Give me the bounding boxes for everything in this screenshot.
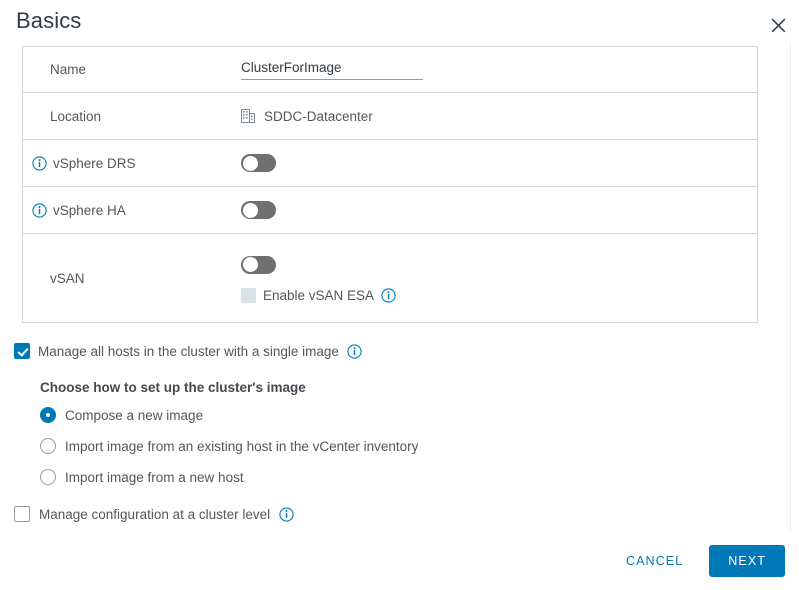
cluster-name-input[interactable]: [241, 59, 423, 80]
info-icon[interactable]: [381, 287, 396, 303]
scroll-area-divider: [790, 42, 791, 532]
row-label-vsan: vSAN: [50, 270, 85, 286]
row-label-text: vSphere HA: [53, 202, 126, 218]
info-icon[interactable]: [32, 155, 47, 171]
info-icon[interactable]: [279, 506, 294, 522]
next-button[interactable]: NEXT: [709, 545, 785, 577]
radio-label: Compose a new image: [65, 407, 204, 423]
row-value-name: [241, 59, 757, 80]
enable-vsan-esa-checkbox[interactable]: [241, 287, 256, 303]
image-setup-heading: Choose how to set up the cluster's image: [40, 380, 306, 395]
manage-cluster-config-row: Manage configuration at a cluster level: [14, 506, 774, 522]
enable-vsan-esa-label: Enable vSAN ESA: [263, 287, 375, 303]
radio-label: Import image from a new host: [65, 469, 244, 485]
cancel-button[interactable]: CANCEL: [614, 546, 695, 576]
info-icon[interactable]: [347, 343, 362, 359]
vsan-toggle[interactable]: [241, 255, 276, 274]
row-label-vsphere-ha: vSphere HA: [23, 203, 241, 218]
vsphere-ha-toggle[interactable]: [241, 201, 276, 219]
datacenter-icon: [241, 108, 256, 124]
radio-option-import-existing-host[interactable]: Import image from an existing host in th…: [40, 437, 774, 455]
close-button[interactable]: [761, 8, 795, 42]
manage-cluster-config-label: Manage configuration at a cluster level: [39, 506, 271, 522]
image-setup-radio-group: Compose a new image Import image from an…: [40, 406, 774, 486]
wizard-footer: CANCEL NEXT: [0, 532, 799, 590]
page-title: Basics: [16, 8, 82, 33]
table-row-name: Name: [23, 47, 757, 93]
basics-settings-table: Name Location: [22, 46, 758, 323]
manage-image-row: Manage all hosts in the cluster with a s…: [14, 340, 774, 362]
table-row-vsphere-ha: vSphere HA: [23, 187, 757, 234]
table-row-vsphere-drs: vSphere DRS: [23, 140, 757, 187]
row-label-location: Location: [50, 108, 102, 124]
manage-cluster-config-checkbox[interactable]: [14, 506, 30, 522]
location-value: SDDC-Datacenter: [264, 108, 373, 124]
vsan-controls: Enable vSAN ESA: [241, 254, 396, 303]
row-label-name: Name: [50, 62, 87, 77]
radio-option-import-new-host[interactable]: Import image from a new host: [40, 468, 774, 486]
radio-button[interactable]: [40, 407, 56, 423]
vsan-esa-row: Enable vSAN ESA: [241, 287, 396, 303]
radio-button[interactable]: [40, 469, 56, 485]
basics-wizard-panel: Basics Name Location: [0, 0, 799, 590]
radio-option-compose-new-image[interactable]: Compose a new image: [40, 406, 774, 424]
table-row-location: Location SDDC-Datacenter: [23, 93, 757, 140]
row-label-vsphere-drs: vSphere DRS: [23, 156, 241, 171]
radio-label: Import image from an existing host in th…: [65, 438, 419, 454]
row-value-location: SDDC-Datacenter: [241, 108, 757, 124]
close-icon: [771, 18, 786, 33]
row-label-text: vSphere DRS: [53, 155, 136, 171]
row-value-vsan: Enable vSAN ESA: [241, 254, 757, 303]
row-value-vsphere-ha: [241, 201, 757, 219]
info-icon[interactable]: [32, 202, 47, 218]
image-management-section: Manage all hosts in the cluster with a s…: [14, 340, 774, 522]
row-value-vsphere-drs: [241, 154, 757, 172]
manage-all-hosts-checkbox[interactable]: [14, 343, 30, 359]
vsphere-drs-toggle[interactable]: [241, 154, 276, 172]
table-row-vsan: vSAN Enable vSAN ESA: [23, 234, 757, 322]
radio-button[interactable]: [40, 438, 56, 454]
manage-all-hosts-label: Manage all hosts in the cluster with a s…: [38, 343, 339, 359]
